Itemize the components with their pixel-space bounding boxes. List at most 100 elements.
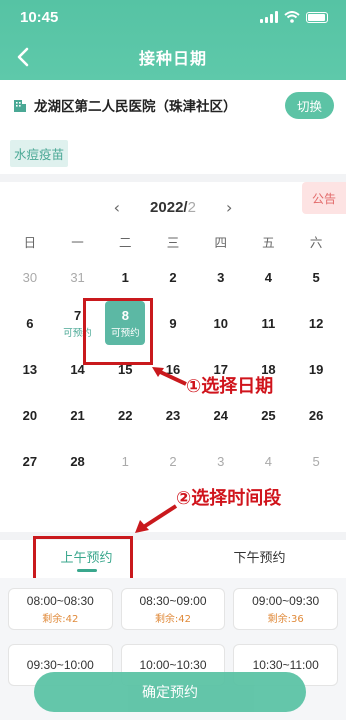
- highlight-frame-tab: [33, 536, 133, 584]
- day-number: 5: [312, 269, 320, 285]
- status-time: 10:45: [20, 8, 59, 26]
- weekday-label: 四: [214, 235, 227, 250]
- calendar-day[interactable]: 31: [54, 254, 102, 300]
- day-number: 19: [308, 361, 324, 377]
- day-number: 5: [312, 453, 320, 469]
- next-month-icon[interactable]: ›: [226, 198, 232, 217]
- day-number: 10: [213, 315, 228, 331]
- day-number: 27: [22, 453, 38, 469]
- calendar-day[interactable]: 2: [149, 254, 197, 300]
- month-label: 2022/2: [150, 198, 196, 216]
- slot-time: 08:30~09:00: [139, 593, 207, 608]
- annotation-arrow-time-icon: [135, 504, 178, 533]
- calendar-day[interactable]: 30: [6, 254, 54, 300]
- vaccine-tag[interactable]: 水痘疫苗: [10, 140, 69, 167]
- slot-time: 09:00~09:30: [252, 593, 320, 608]
- day-number: 26: [308, 407, 324, 423]
- calendar-day[interactable]: 1: [101, 438, 149, 484]
- day-number: 4: [264, 269, 273, 285]
- time-slot[interactable]: 09:00~09:30 剩余:36: [233, 588, 338, 630]
- day-number: 24: [213, 407, 228, 423]
- calendar-day[interactable]: 6: [6, 300, 54, 346]
- day-number: 20: [22, 407, 38, 423]
- day-number: 3: [217, 269, 225, 285]
- time-slot[interactable]: 08:30~09:00 剩余:42: [120, 588, 226, 630]
- day-number: 7: [73, 307, 82, 323]
- calendar-day[interactable]: 12: [292, 300, 340, 346]
- day-number: 1: [121, 453, 129, 469]
- annotation-arrow-date-icon: [152, 367, 187, 386]
- day-number: 9: [169, 315, 177, 331]
- slot-time: 10:00~10:30: [139, 658, 207, 672]
- month-selector: ‹ 2022/2 ›: [0, 182, 346, 232]
- calendar-day[interactable]: 20: [6, 392, 54, 438]
- slot-remaining: 剩余:42: [154, 613, 192, 625]
- calendar-day[interactable]: 19: [292, 346, 340, 392]
- hospital-name: 龙湖区第二人民医院（珠津社区）: [34, 99, 237, 115]
- calendar-day[interactable]: 23: [149, 392, 197, 438]
- annotation-step-2: ②选择时间段: [176, 488, 282, 509]
- calendar-day[interactable]: 11: [245, 300, 293, 346]
- hospital-bar: 龙湖区第二人民医院（珠津社区） 切换: [0, 80, 346, 130]
- annotation-step-1: ①选择日期: [186, 376, 274, 397]
- tab-afternoon[interactable]: 下午预约: [173, 540, 346, 578]
- calendar-day[interactable]: 1: [101, 254, 149, 300]
- weekday-label: 五: [262, 235, 275, 250]
- calendar-day[interactable]: 5: [292, 438, 340, 484]
- calendar-day[interactable]: 4: [245, 254, 293, 300]
- battery-icon: [306, 11, 328, 23]
- hospital-icon: [14, 100, 26, 112]
- vaccine-area: 水痘疫苗: [0, 130, 346, 174]
- time-slot[interactable]: 08:00~08:30 剩余:42: [8, 588, 113, 630]
- weekday-label: 六: [309, 235, 323, 250]
- slot-time: 10:30~11:00: [252, 658, 319, 672]
- day-number: 2: [169, 269, 177, 285]
- calendar-day[interactable]: 27: [6, 438, 54, 484]
- day-number: 28: [70, 453, 85, 469]
- confirm-appointment-button[interactable]: 确定预约: [34, 672, 306, 712]
- calendar-day[interactable]: 9: [149, 300, 197, 346]
- weekday-header: 日一二三四五六: [0, 232, 346, 254]
- calendar-day[interactable]: 21: [54, 392, 102, 438]
- calendar-day[interactable]: 5: [292, 254, 340, 300]
- day-number: 21: [70, 407, 85, 423]
- calendar-day[interactable]: 3: [197, 438, 245, 484]
- calendar-day[interactable]: 10: [197, 300, 245, 346]
- weekday-label: 日: [23, 235, 37, 250]
- calendar: 公告 ‹ 2022/2 › 日一二三四五六 30 31 1 2 3 4 5 6 7 可预约 8 可预约…: [0, 182, 346, 532]
- calendar-day[interactable]: 3: [197, 254, 245, 300]
- highlight-frame-date: [83, 298, 153, 365]
- day-number: 25: [261, 407, 276, 423]
- wifi-icon: [284, 11, 300, 23]
- slot-remaining: 剩余:36: [267, 613, 304, 625]
- page-title: 接种日期: [138, 49, 207, 68]
- weekday-label: 二: [119, 235, 132, 250]
- notice-button[interactable]: 公告: [302, 182, 346, 214]
- calendar-day[interactable]: 26: [292, 392, 340, 438]
- switch-hospital-button[interactable]: 切换: [284, 91, 334, 119]
- day-number: 22: [118, 407, 133, 423]
- calendar-day[interactable]: 4: [245, 438, 293, 484]
- calendar-day[interactable]: 25: [245, 392, 293, 438]
- day-number: 1: [121, 269, 129, 285]
- status-icons: [260, 11, 328, 23]
- calendar-day[interactable]: 13: [6, 346, 54, 392]
- signal-icon: [260, 11, 278, 23]
- day-number: 13: [22, 361, 38, 377]
- slot-time: 08:00~08:30: [26, 593, 94, 608]
- prev-month-icon[interactable]: ‹: [114, 198, 120, 217]
- calendar-day[interactable]: 28: [54, 438, 102, 484]
- day-number: 12: [308, 315, 324, 331]
- nav-bar: 接种日期: [0, 34, 346, 80]
- calendar-day[interactable]: 2: [149, 438, 197, 484]
- day-number: 4: [264, 453, 273, 469]
- weekday-label: 一: [71, 235, 84, 250]
- calendar-day[interactable]: 22: [101, 392, 149, 438]
- day-number: 30: [22, 269, 38, 285]
- day-number: 11: [261, 315, 276, 331]
- day-number: 23: [165, 407, 181, 423]
- header: 10:45 接种日期: [0, 0, 346, 80]
- day-number: 2: [169, 453, 177, 469]
- calendar-day[interactable]: 24: [197, 392, 245, 438]
- back-icon[interactable]: [14, 46, 34, 68]
